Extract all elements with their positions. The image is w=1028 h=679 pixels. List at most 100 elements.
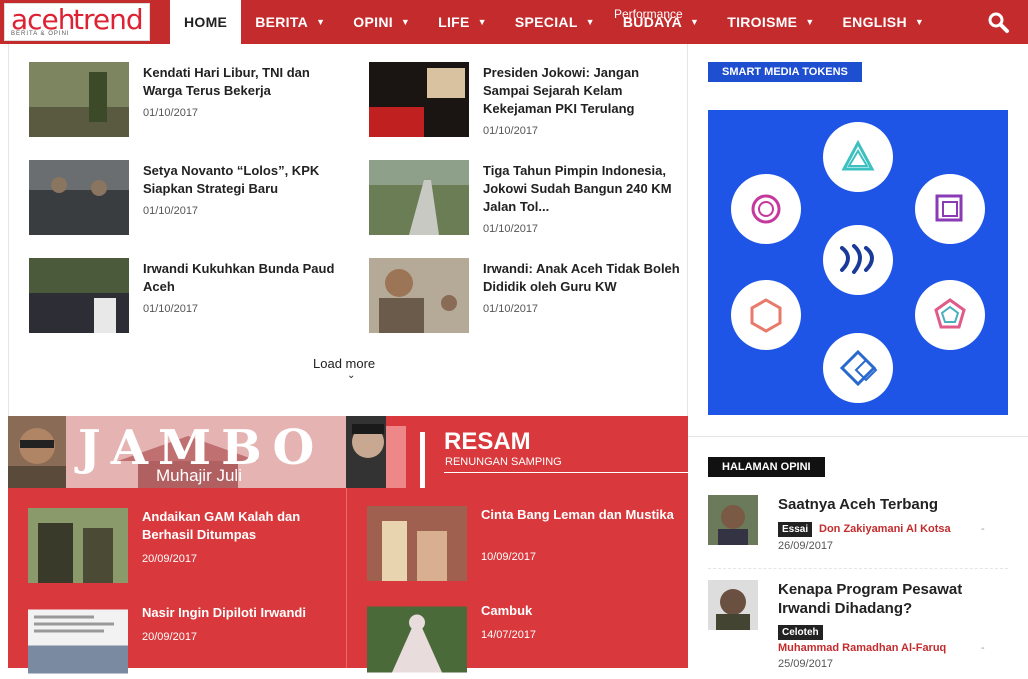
news-thumbnail[interactable] — [369, 160, 469, 235]
author-avatar[interactable] — [708, 580, 758, 630]
nav-item-life[interactable]: LIFE ▼ — [424, 0, 501, 44]
halaman-opini-tag: HALAMAN OPINI — [708, 457, 825, 477]
opinion-title[interactable]: Saatnya Aceh Terbang — [778, 495, 1008, 514]
news-thumbnail[interactable] — [29, 160, 129, 235]
opinion-divider — [708, 568, 1008, 569]
news-title[interactable]: Irwandi: Anak Aceh Tidak Boleh Dididik o… — [483, 260, 683, 296]
news-item[interactable]: Presiden Jokowi: Jangan Sampai Sejarah K… — [369, 62, 689, 152]
token-icon-top — [823, 122, 893, 192]
nav-item-opini[interactable]: OPINI ▼ — [339, 0, 424, 44]
jambo-article-list: Andaikan GAM Kalah dan Berhasil Ditumpas… — [8, 488, 346, 674]
separator-dash: - — [981, 642, 985, 654]
article-date: 20/09/2017 — [142, 553, 198, 565]
news-thumbnail[interactable] — [29, 258, 129, 333]
token-icon-left-bottom — [731, 280, 801, 350]
token-icon-left-top — [731, 174, 801, 244]
chevron-down-icon: ▼ — [400, 17, 411, 27]
news-thumbnail[interactable] — [29, 62, 129, 137]
nav-label: TIROISME — [727, 14, 798, 30]
author-avatar[interactable] — [708, 495, 758, 545]
logo-text-trend: trend — [73, 3, 144, 36]
opinion-title[interactable]: Kenapa Program Pesawat Irwandi Dihadang? — [778, 580, 1008, 618]
top-navbar: aceh trend BERITA & OPINI HOME BERITA ▼ O… — [0, 0, 1028, 44]
article-title[interactable]: Nasir Ingin Dipiloti Irwandi — [142, 604, 342, 622]
news-date: 01/10/2017 — [143, 303, 199, 315]
jambo-banner[interactable]: JAMBO Muhajir Juli — [8, 416, 346, 488]
resam-banner-image — [346, 416, 436, 488]
news-title[interactable]: Presiden Jokowi: Jangan Sampai Sejarah K… — [483, 64, 683, 118]
opinion-item[interactable]: Kenapa Program Pesawat Irwandi Dihadang?… — [708, 580, 1008, 670]
load-more-button[interactable]: Load more — [313, 356, 375, 371]
nav-label: HOME — [184, 14, 228, 30]
resam-subtitle: RENUNGAN SAMPING — [445, 456, 562, 468]
chevron-down-icon[interactable]: ⌄ — [347, 370, 355, 381]
smart-media-tokens-tag: SMART MEDIA TOKENS — [708, 62, 862, 82]
nav-label: BERITA — [255, 14, 309, 30]
jambo-author: Muhajir Juli — [156, 466, 242, 485]
token-icon-right-bottom — [915, 280, 985, 350]
nav-item-home[interactable]: HOME — [170, 0, 242, 44]
resam-article-list: Cinta Bang Leman dan Mustika 10/09/2017 … — [346, 488, 688, 673]
performance-overlay-label: Performance — [614, 7, 683, 21]
article-title[interactable]: Cambuk — [481, 602, 681, 620]
news-date: 01/10/2017 — [483, 125, 539, 137]
article-date: 14/07/2017 — [481, 629, 537, 641]
news-date: 01/10/2017 — [483, 223, 539, 235]
article-thumbnail[interactable] — [28, 508, 128, 583]
main-nav: HOME BERITA ▼ OPINI ▼ LIFE ▼ SPECIAL ▼ BUDAY… — [170, 0, 938, 44]
news-date: 01/10/2017 — [143, 107, 199, 119]
author-name[interactable]: Don Zakiyamani Al Kotsa — [819, 523, 951, 535]
news-date: 01/10/2017 — [143, 205, 199, 217]
news-title[interactable]: Irwandi Kukuhkan Bunda Paud Aceh — [143, 260, 343, 296]
news-thumbnail[interactable] — [369, 258, 469, 333]
opinion-item[interactable]: Saatnya Aceh Terbang Essai Don Zakiyaman… — [708, 495, 1008, 565]
nav-label: SPECIAL — [514, 14, 578, 30]
sidebar: SMART MEDIA TOKENS HALAMAN OPINI Saatnya… — [688, 44, 1028, 670]
nav-item-tiroisme[interactable]: TIROISME ▼ — [713, 0, 828, 44]
nav-label: OPINI — [353, 14, 393, 30]
category-badge[interactable]: Essai — [778, 522, 813, 537]
author-name[interactable]: Muhammad Ramadhan Al-Faruq — [778, 642, 946, 654]
chevron-down-icon: ▼ — [805, 17, 815, 27]
search-icon[interactable] — [986, 10, 1010, 34]
article-title[interactable]: Andaikan GAM Kalah dan Berhasil Ditumpas — [142, 508, 342, 544]
chevron-down-icon: ▼ — [316, 17, 326, 27]
opinion-date: 25/09/2017 — [778, 658, 834, 670]
sidebar-divider — [688, 436, 1028, 437]
site-logo[interactable]: aceh trend BERITA & OPINI — [4, 3, 150, 41]
category-badge[interactable]: Celoteh — [778, 625, 823, 640]
resam-banner[interactable]: RESAM RENUNGAN SAMPING — [346, 416, 688, 488]
chevron-down-icon: ▼ — [477, 17, 487, 27]
resam-title: RESAM — [444, 428, 531, 455]
smart-media-tokens-ad[interactable] — [708, 110, 1008, 415]
news-date: 01/10/2017 — [483, 303, 539, 315]
jambo-section: JAMBO Muhajir Juli Andaikan GAM Kalah da… — [8, 416, 346, 674]
nav-item-english[interactable]: ENGLISH ▼ — [829, 0, 939, 44]
article-thumbnail[interactable] — [367, 506, 467, 581]
article-title[interactable]: Cinta Bang Leman dan Mustika — [481, 506, 681, 524]
news-title[interactable]: Kendati Hari Libur, TNI dan Warga Terus … — [143, 64, 343, 100]
article-date: 10/09/2017 — [481, 551, 537, 563]
resam-divider — [444, 472, 688, 473]
news-title[interactable]: Tiga Tahun Pimpin Indonesia, Jokowi Suda… — [483, 162, 683, 216]
chevron-down-icon: ▼ — [914, 17, 925, 27]
separator-dash: - — [981, 523, 985, 535]
nav-item-special[interactable]: SPECIAL ▼ — [501, 0, 609, 44]
news-title[interactable]: Setya Novanto “Lolos”, KPK Siapkan Strat… — [143, 162, 343, 198]
news-item[interactable]: Setya Novanto “Lolos”, KPK Siapkan Strat… — [29, 160, 349, 250]
token-icon-bottom — [823, 333, 893, 403]
news-item[interactable]: Tiga Tahun Pimpin Indonesia, Jokowi Suda… — [369, 160, 689, 250]
news-thumbnail[interactable] — [369, 62, 469, 137]
token-icon-right-top — [915, 174, 985, 244]
opinion-date: 26/09/2017 — [778, 540, 834, 552]
article-date: 20/09/2017 — [142, 631, 198, 643]
article-thumbnail[interactable] — [367, 602, 467, 677]
resam-section: RESAM RENUNGAN SAMPING Cinta Bang Leman … — [346, 416, 688, 673]
chevron-down-icon: ▼ — [585, 17, 595, 27]
nav-label: LIFE — [438, 14, 470, 30]
nav-item-berita[interactable]: BERITA ▼ — [241, 0, 339, 44]
news-item[interactable]: Irwandi: Anak Aceh Tidak Boleh Dididik o… — [369, 258, 689, 348]
logo-tagline: BERITA & OPINI — [11, 31, 70, 37]
news-item[interactable]: Kendati Hari Libur, TNI dan Warga Terus … — [29, 62, 349, 152]
news-item[interactable]: Irwandi Kukuhkan Bunda Paud Aceh 01/10/2… — [29, 258, 349, 348]
